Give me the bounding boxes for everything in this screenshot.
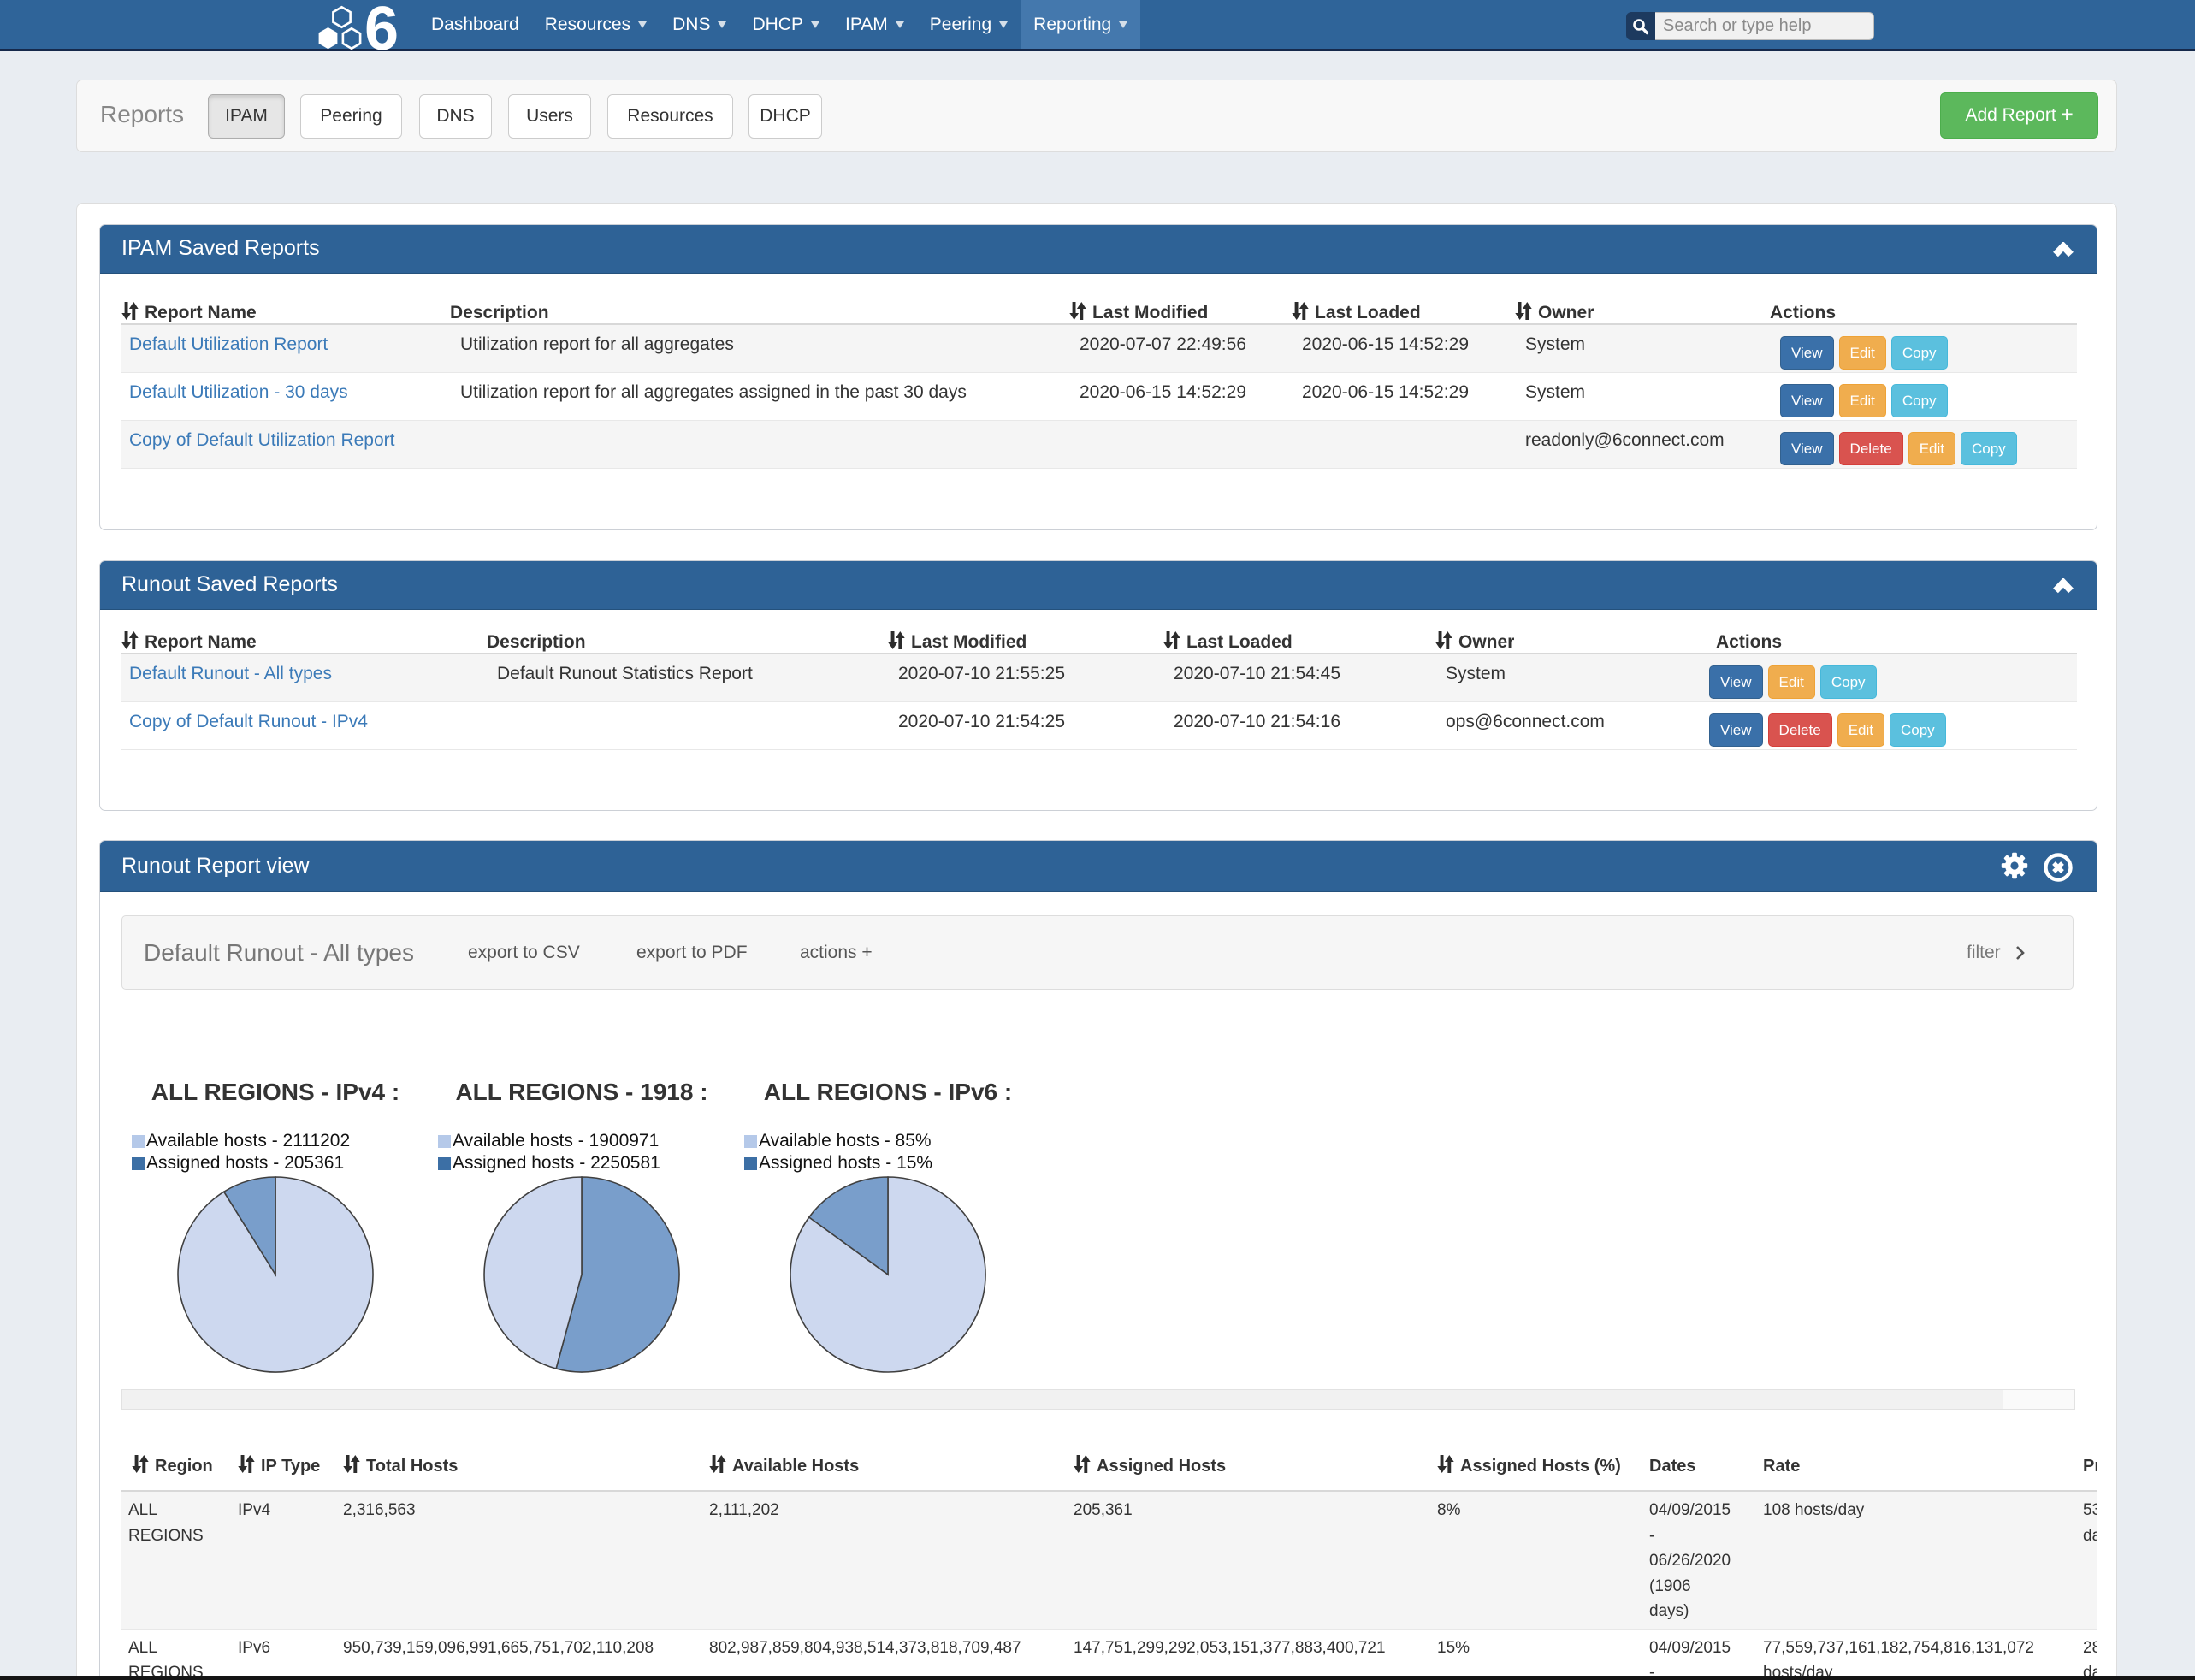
svg-text:6: 6 (364, 2, 399, 51)
